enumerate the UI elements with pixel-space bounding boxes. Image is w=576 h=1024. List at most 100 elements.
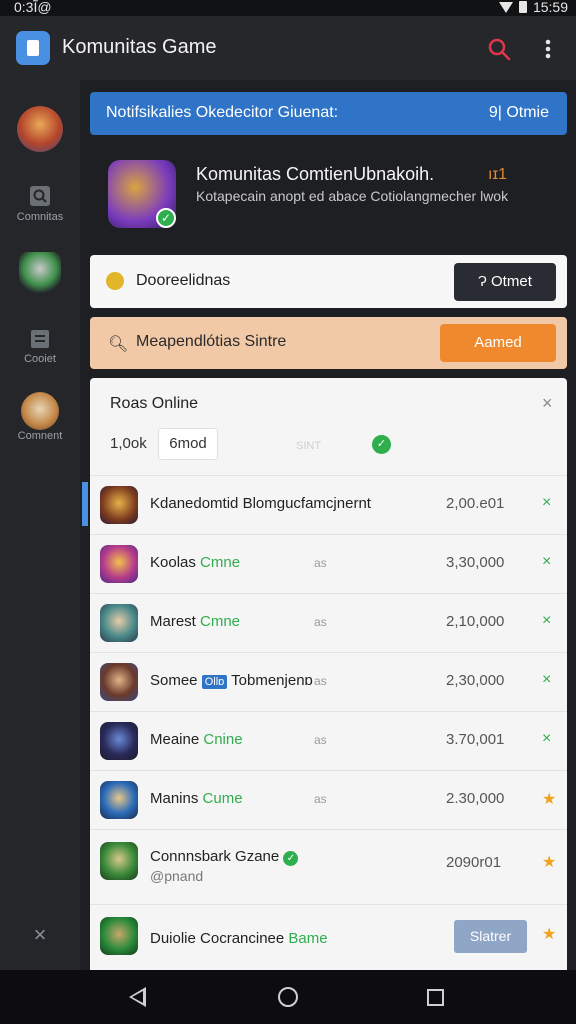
game-icon — [100, 663, 138, 701]
coin-icon — [106, 272, 124, 290]
character-icon — [19, 252, 61, 294]
search-card: 🔍︎ Meapendlótias Sintre Aamed — [90, 317, 567, 369]
row-name-highlight: Cume — [202, 790, 243, 807]
row-value: 2,10,000 — [446, 613, 505, 630]
home-icon[interactable] — [278, 987, 298, 1007]
search-icon: 🔍︎ — [108, 336, 129, 353]
row-name: Manins Cume — [150, 790, 243, 807]
discussions-label: Dooreelidnas — [136, 272, 231, 289]
table-row[interactable]: Duiolie Cocrancinee Bame Slatrer ★ — [90, 904, 567, 970]
search-icon[interactable] — [486, 36, 512, 62]
game-icon — [100, 842, 138, 880]
notification-banner[interactable]: Notifsikalies Okedecitor Giuenat: 9| Otm… — [90, 92, 567, 135]
close-icon[interactable]: × — [542, 494, 551, 512]
discussions-card: Dooreelidnas Ɂ Otmet — [90, 255, 567, 308]
close-icon[interactable]: × — [542, 393, 553, 414]
table-row[interactable]: Kdanedomtid Blomgucfamcjnernt 2,00.e01 × — [90, 475, 567, 534]
verified-icon: ✓ — [156, 208, 176, 228]
verified-icon: ✓ — [283, 851, 299, 866]
game-icon — [100, 917, 138, 955]
row-name-text: Marest — [150, 613, 201, 630]
online-panel: Roas Online × 1,0ok 6mod SINT ✓ Kdanedom… — [90, 378, 567, 970]
battery-icon — [518, 1, 527, 13]
row-name: Connnsbark Gzane ✓ — [150, 848, 299, 866]
sidebar-item-label: Cooiet — [24, 353, 56, 365]
sidebar-item-comnitas[interactable]: Comnitas — [0, 184, 80, 223]
back-icon[interactable] — [129, 987, 146, 1007]
game-icon — [100, 604, 138, 642]
close-icon[interactable]: × — [542, 671, 551, 689]
app-title: Komunitas Game — [62, 36, 217, 58]
table-row[interactable]: Marest Cmne as 2,10,000 × — [90, 593, 567, 652]
close-icon[interactable]: × — [542, 730, 551, 748]
row-name: Koolas Cmne — [150, 554, 240, 571]
row-name-highlight: Bame — [288, 930, 328, 947]
sidebar-close-icon[interactable]: × — [0, 922, 80, 948]
filter-chip[interactable]: 6mod — [158, 428, 218, 460]
start-button[interactable]: Slatrer — [454, 920, 527, 953]
row-name-text: Duiolie Cocrancinee — [150, 930, 289, 947]
game-icon — [100, 781, 138, 819]
table-row[interactable]: Connnsbark Gzane ✓ @pnand 2090r01 ★ — [90, 829, 567, 904]
status-time: 0:3Ĩ@ — [14, 0, 52, 15]
row-handle: @pnand — [150, 868, 204, 884]
system-nav-bar — [0, 970, 576, 1024]
row-value: 2,00.e01 — [446, 495, 505, 512]
sidebar-item-comnent[interactable]: Comnent — [0, 392, 80, 442]
close-icon[interactable]: × — [542, 553, 551, 571]
status-clock: 15:59 — [532, 0, 568, 15]
panel-title: Roas Online — [110, 395, 199, 412]
search-card-button[interactable]: Aamed — [440, 324, 556, 362]
status-bar: 0:3Ĩ@ 15:59 — [0, 0, 576, 16]
row-sub: as — [314, 615, 327, 629]
online-count: 1,0ok — [110, 435, 147, 452]
close-icon[interactable]: × — [542, 612, 551, 630]
row-tag: Ollɒ — [201, 675, 228, 689]
table-row[interactable]: Meaine Cnine as 3.70,001 × — [90, 711, 567, 770]
row-sub: as — [314, 792, 327, 806]
featured-title: Komunitas ComtienUbnakoih. — [196, 164, 435, 184]
warrior-icon — [21, 392, 59, 430]
row-sub: as — [314, 674, 327, 688]
row-name: Meaine Cnine — [150, 731, 243, 748]
featured-community[interactable]: ✓ Komunitas ComtienUbnakoih. ıɪ1 Kotapec… — [90, 148, 567, 243]
search-icon — [30, 186, 50, 206]
selection-indicator — [82, 482, 88, 526]
app-bar: Komunitas Game — [0, 16, 576, 80]
recents-icon[interactable] — [427, 989, 444, 1006]
signal-icon — [498, 1, 513, 13]
row-name-text: Connnsbark Gzane — [150, 848, 280, 865]
sidebar-item-cooiet[interactable]: Cooiet — [0, 328, 80, 365]
row-name-text: Meaine — [150, 731, 204, 748]
row-name-highlight: Cmne — [200, 613, 241, 630]
status-icons: 15:59 — [498, 0, 568, 15]
sidebar-item-game[interactable] — [0, 106, 80, 152]
faint-label: SINT — [296, 440, 322, 452]
more-vert-icon[interactable] — [538, 36, 558, 62]
row-value: 3,30,000 — [446, 554, 505, 571]
star-icon[interactable]: ★ — [542, 924, 556, 944]
discussions-button[interactable]: Ɂ Otmet — [454, 263, 556, 301]
row-name: Duiolie Cocrancinee Bame — [150, 930, 328, 947]
row-value: 2090r01 — [446, 854, 502, 871]
row-name-highlight: Cmne — [200, 554, 241, 571]
row-sub: as — [314, 733, 327, 747]
row-name: Marest Cmne — [150, 613, 240, 630]
table-row[interactable]: Koolas Cmne as 3,30,000 × — [90, 534, 567, 593]
banner-text: Notifsikalies Okedecitor Giuenat: — [106, 104, 339, 121]
row-name-text: Manins — [150, 790, 203, 807]
sidebar: Comnitas Cooiet Comnent × — [0, 80, 80, 970]
star-icon[interactable]: ★ — [542, 789, 556, 809]
row-name-tail: Tobmenjenɒ — [227, 672, 313, 689]
row-value: 2,30,000 — [446, 672, 505, 689]
row-name-highlight: Cnine — [203, 731, 243, 748]
check-icon: ✓ — [372, 435, 391, 454]
row-value: 2.30,000 — [446, 790, 505, 807]
banner-action[interactable]: 9| Otmie — [489, 104, 549, 122]
game-avatar-icon — [17, 106, 63, 152]
sidebar-item-character[interactable] — [0, 252, 80, 294]
row-name-text: Somee — [150, 672, 202, 689]
star-icon[interactable]: ★ — [542, 852, 556, 872]
table-row[interactable]: Manins Cume as 2.30,000 ★ — [90, 770, 567, 829]
table-row[interactable]: Somee Ollɒ Tobmenjenɒ as 2,30,000 × — [90, 652, 567, 711]
